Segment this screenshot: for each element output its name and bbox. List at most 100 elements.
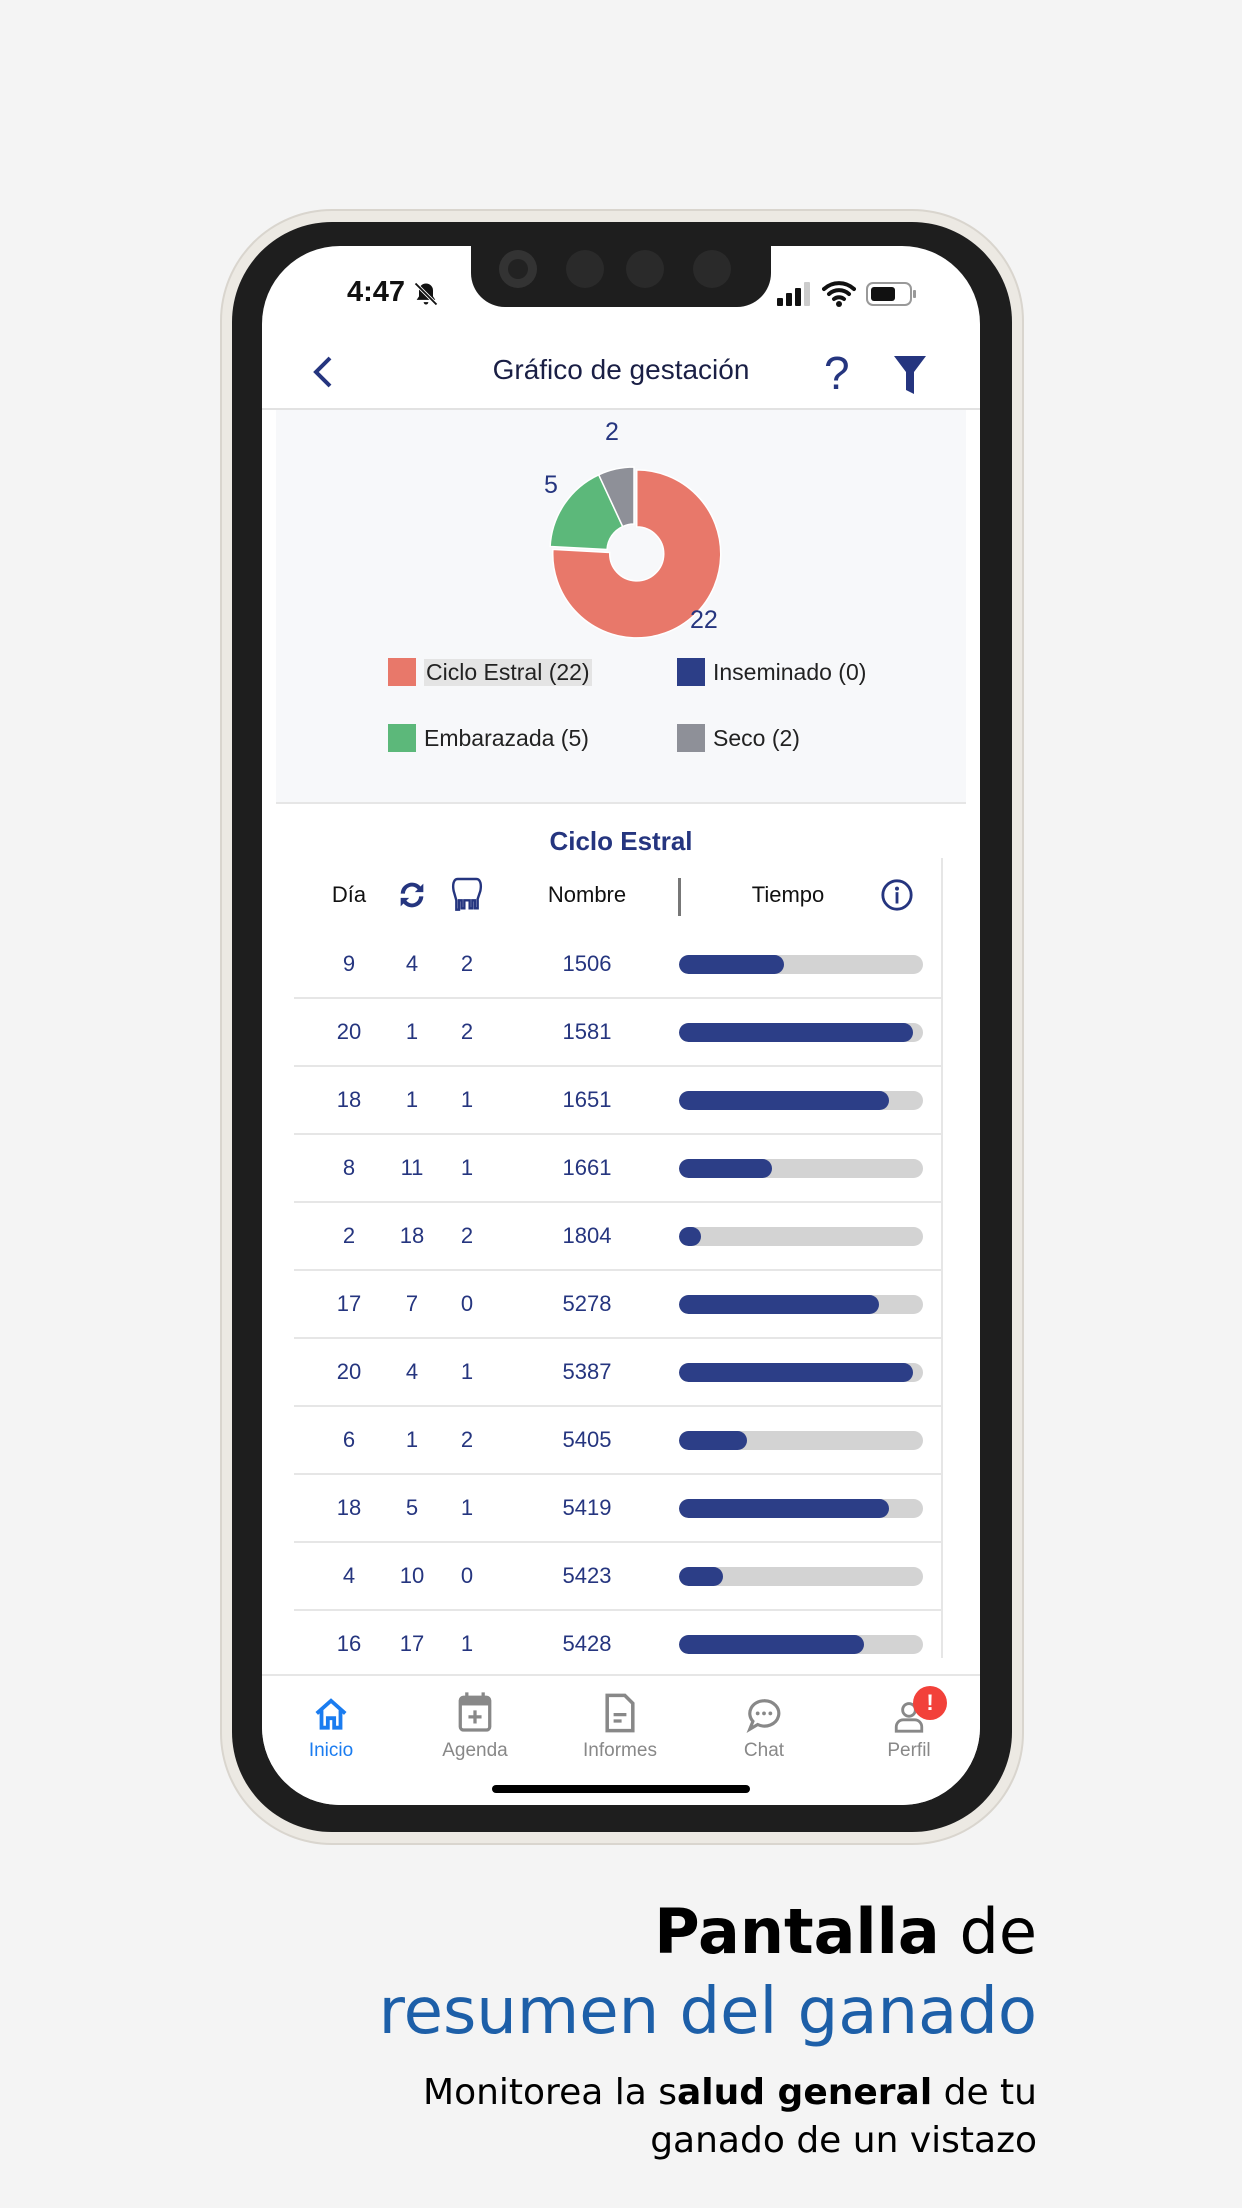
cell-dia: 4 (342, 1563, 356, 1588)
time-progress-bar (679, 1635, 923, 1654)
cell-partos: 0 (460, 1563, 474, 1588)
table-row[interactable]: 9 4 2 1506 (294, 931, 941, 999)
time-progress-bar (679, 1159, 923, 1178)
cell-partos: 1 (460, 1359, 474, 1384)
time-progress-bar (679, 1567, 923, 1586)
nav-label: Perfil (887, 1740, 931, 1761)
data-label-seco: 2 (605, 418, 619, 446)
page-title: Gráfico de gestación (492, 354, 750, 385)
filter-button[interactable] (892, 354, 928, 396)
cell-ciclos: 1 (405, 1087, 419, 1112)
cell-nombre: 1804 (562, 1223, 612, 1248)
chat-bubble-icon (746, 1699, 781, 1734)
cell-ciclos: 17 (399, 1631, 425, 1656)
time-progress-fill (679, 1227, 701, 1246)
cell-ciclos: 11 (400, 1155, 424, 1180)
table-row[interactable]: 6 1 2 5405 (294, 1407, 941, 1475)
udder-icon (451, 877, 483, 911)
header-nombre: Nombre (547, 882, 627, 907)
table-row[interactable]: 20 4 1 5387 (294, 1339, 941, 1407)
column-divider (678, 878, 681, 916)
nav-informes[interactable]: Informes (560, 1676, 680, 1762)
battery-icon (866, 282, 916, 306)
legend-swatch (388, 658, 416, 686)
cell-partos: 1 (460, 1495, 474, 1520)
cell-nombre: 1506 (562, 951, 612, 976)
help-button[interactable]: ? (824, 346, 850, 400)
time-progress-fill (679, 1023, 914, 1042)
calendar-add-icon (458, 1692, 492, 1732)
table-row[interactable]: 20 1 2 1581 (294, 999, 941, 1067)
time-progress-fill (679, 955, 784, 974)
cell-nombre: 5419 (562, 1495, 612, 1520)
cell-partos: 2 (460, 1427, 474, 1452)
data-label-ciclo-estral: 22 (690, 606, 718, 634)
time-progress-bar (679, 1091, 923, 1110)
time-progress-bar (679, 1431, 923, 1450)
nav-label: Inicio (308, 1740, 354, 1761)
nav-perfil[interactable]: ! Perfil (849, 1676, 969, 1762)
info-button[interactable] (880, 878, 914, 912)
time-progress-bar (679, 955, 923, 974)
table-row[interactable]: 18 5 1 5419 (294, 1475, 941, 1543)
sensor-icon (626, 250, 664, 288)
nav-label: Agenda (442, 1740, 508, 1761)
nav-label: Chat (743, 1740, 785, 1761)
time-progress-bar (679, 1023, 923, 1042)
header-dia: Día (331, 882, 367, 907)
sync-icon (400, 882, 424, 908)
cell-ciclos: 1 (405, 1019, 419, 1044)
legend-label: Inseminado (0) (713, 658, 867, 685)
cell-dia: 2 (342, 1223, 356, 1248)
notch (471, 246, 771, 307)
legend-embarazada[interactable]: Embarazada (5) (388, 724, 589, 752)
nav-agenda[interactable]: Agenda (415, 1676, 535, 1762)
cell-dia: 9 (342, 951, 356, 976)
cell-dia: 16 (336, 1631, 362, 1656)
cell-ciclos: 18 (399, 1223, 425, 1248)
camera-icon (499, 250, 537, 288)
caption-heading-line2: resumen del ganado (378, 1975, 1037, 2049)
cell-ciclos: 4 (405, 951, 419, 976)
table-row[interactable]: 16 17 1 5428 (294, 1611, 941, 1673)
table-row[interactable]: 8 11 1 1661 (294, 1135, 941, 1203)
table-row[interactable]: 2 18 2 1804 (294, 1203, 941, 1271)
header-tiempo: Tiempo (751, 882, 825, 907)
legend-label: Seco (2) (713, 724, 800, 751)
cell-ciclos: 7 (405, 1291, 419, 1316)
signal-icon (777, 282, 810, 306)
time-progress-bar (679, 1363, 923, 1382)
legend-swatch (677, 658, 705, 686)
notification-badge: ! (913, 1686, 947, 1720)
time-progress-fill (679, 1159, 772, 1178)
table-row[interactable]: 18 1 1 1651 (294, 1067, 941, 1135)
table-row[interactable]: 4 10 0 5423 (294, 1543, 941, 1611)
cell-ciclos: 1 (405, 1427, 419, 1452)
sensor-icon (693, 250, 731, 288)
sensor-icon (566, 250, 604, 288)
legend-seco[interactable]: Seco (2) (677, 724, 800, 752)
nav-chat[interactable]: Chat (704, 1676, 824, 1762)
legend-label: Embarazada (5) (424, 724, 589, 751)
cell-partos: 2 (460, 1223, 474, 1248)
cell-nombre: 1661 (562, 1155, 612, 1180)
cell-dia: 6 (342, 1427, 356, 1452)
cell-partos: 1 (460, 1087, 474, 1112)
time-progress-fill (679, 1567, 723, 1586)
bell-muted-icon (414, 282, 438, 306)
data-label-embarazada: 5 (544, 471, 558, 499)
legend-inseminado[interactable]: Inseminado (0) (677, 658, 866, 686)
table-row[interactable]: 17 7 0 5278 (294, 1271, 941, 1339)
section-title: Ciclo Estral (549, 826, 693, 856)
cell-ciclos: 5 (405, 1495, 419, 1520)
caption-heading-line1: Pantalla de (654, 1895, 1037, 1968)
legend-ciclo-estral[interactable]: Ciclo Estral (22) (388, 658, 592, 686)
cell-dia: 17 (336, 1291, 362, 1316)
cow-list[interactable]: 9 4 2 1506 20 1 2 1581 18 1 1 1651 8 11 1 1661 2 18 2 1804 1… (262, 931, 980, 1673)
cell-dia: 18 (336, 1495, 362, 1520)
nav-inicio[interactable]: Inicio (271, 1676, 391, 1762)
time-progress-bar (679, 1295, 923, 1314)
time-progress-fill (679, 1431, 748, 1450)
app-screen: 4:47 Gráfico de gestación ? 2 5 22 Ciclo… (262, 246, 980, 1805)
cell-dia: 18 (336, 1087, 362, 1112)
